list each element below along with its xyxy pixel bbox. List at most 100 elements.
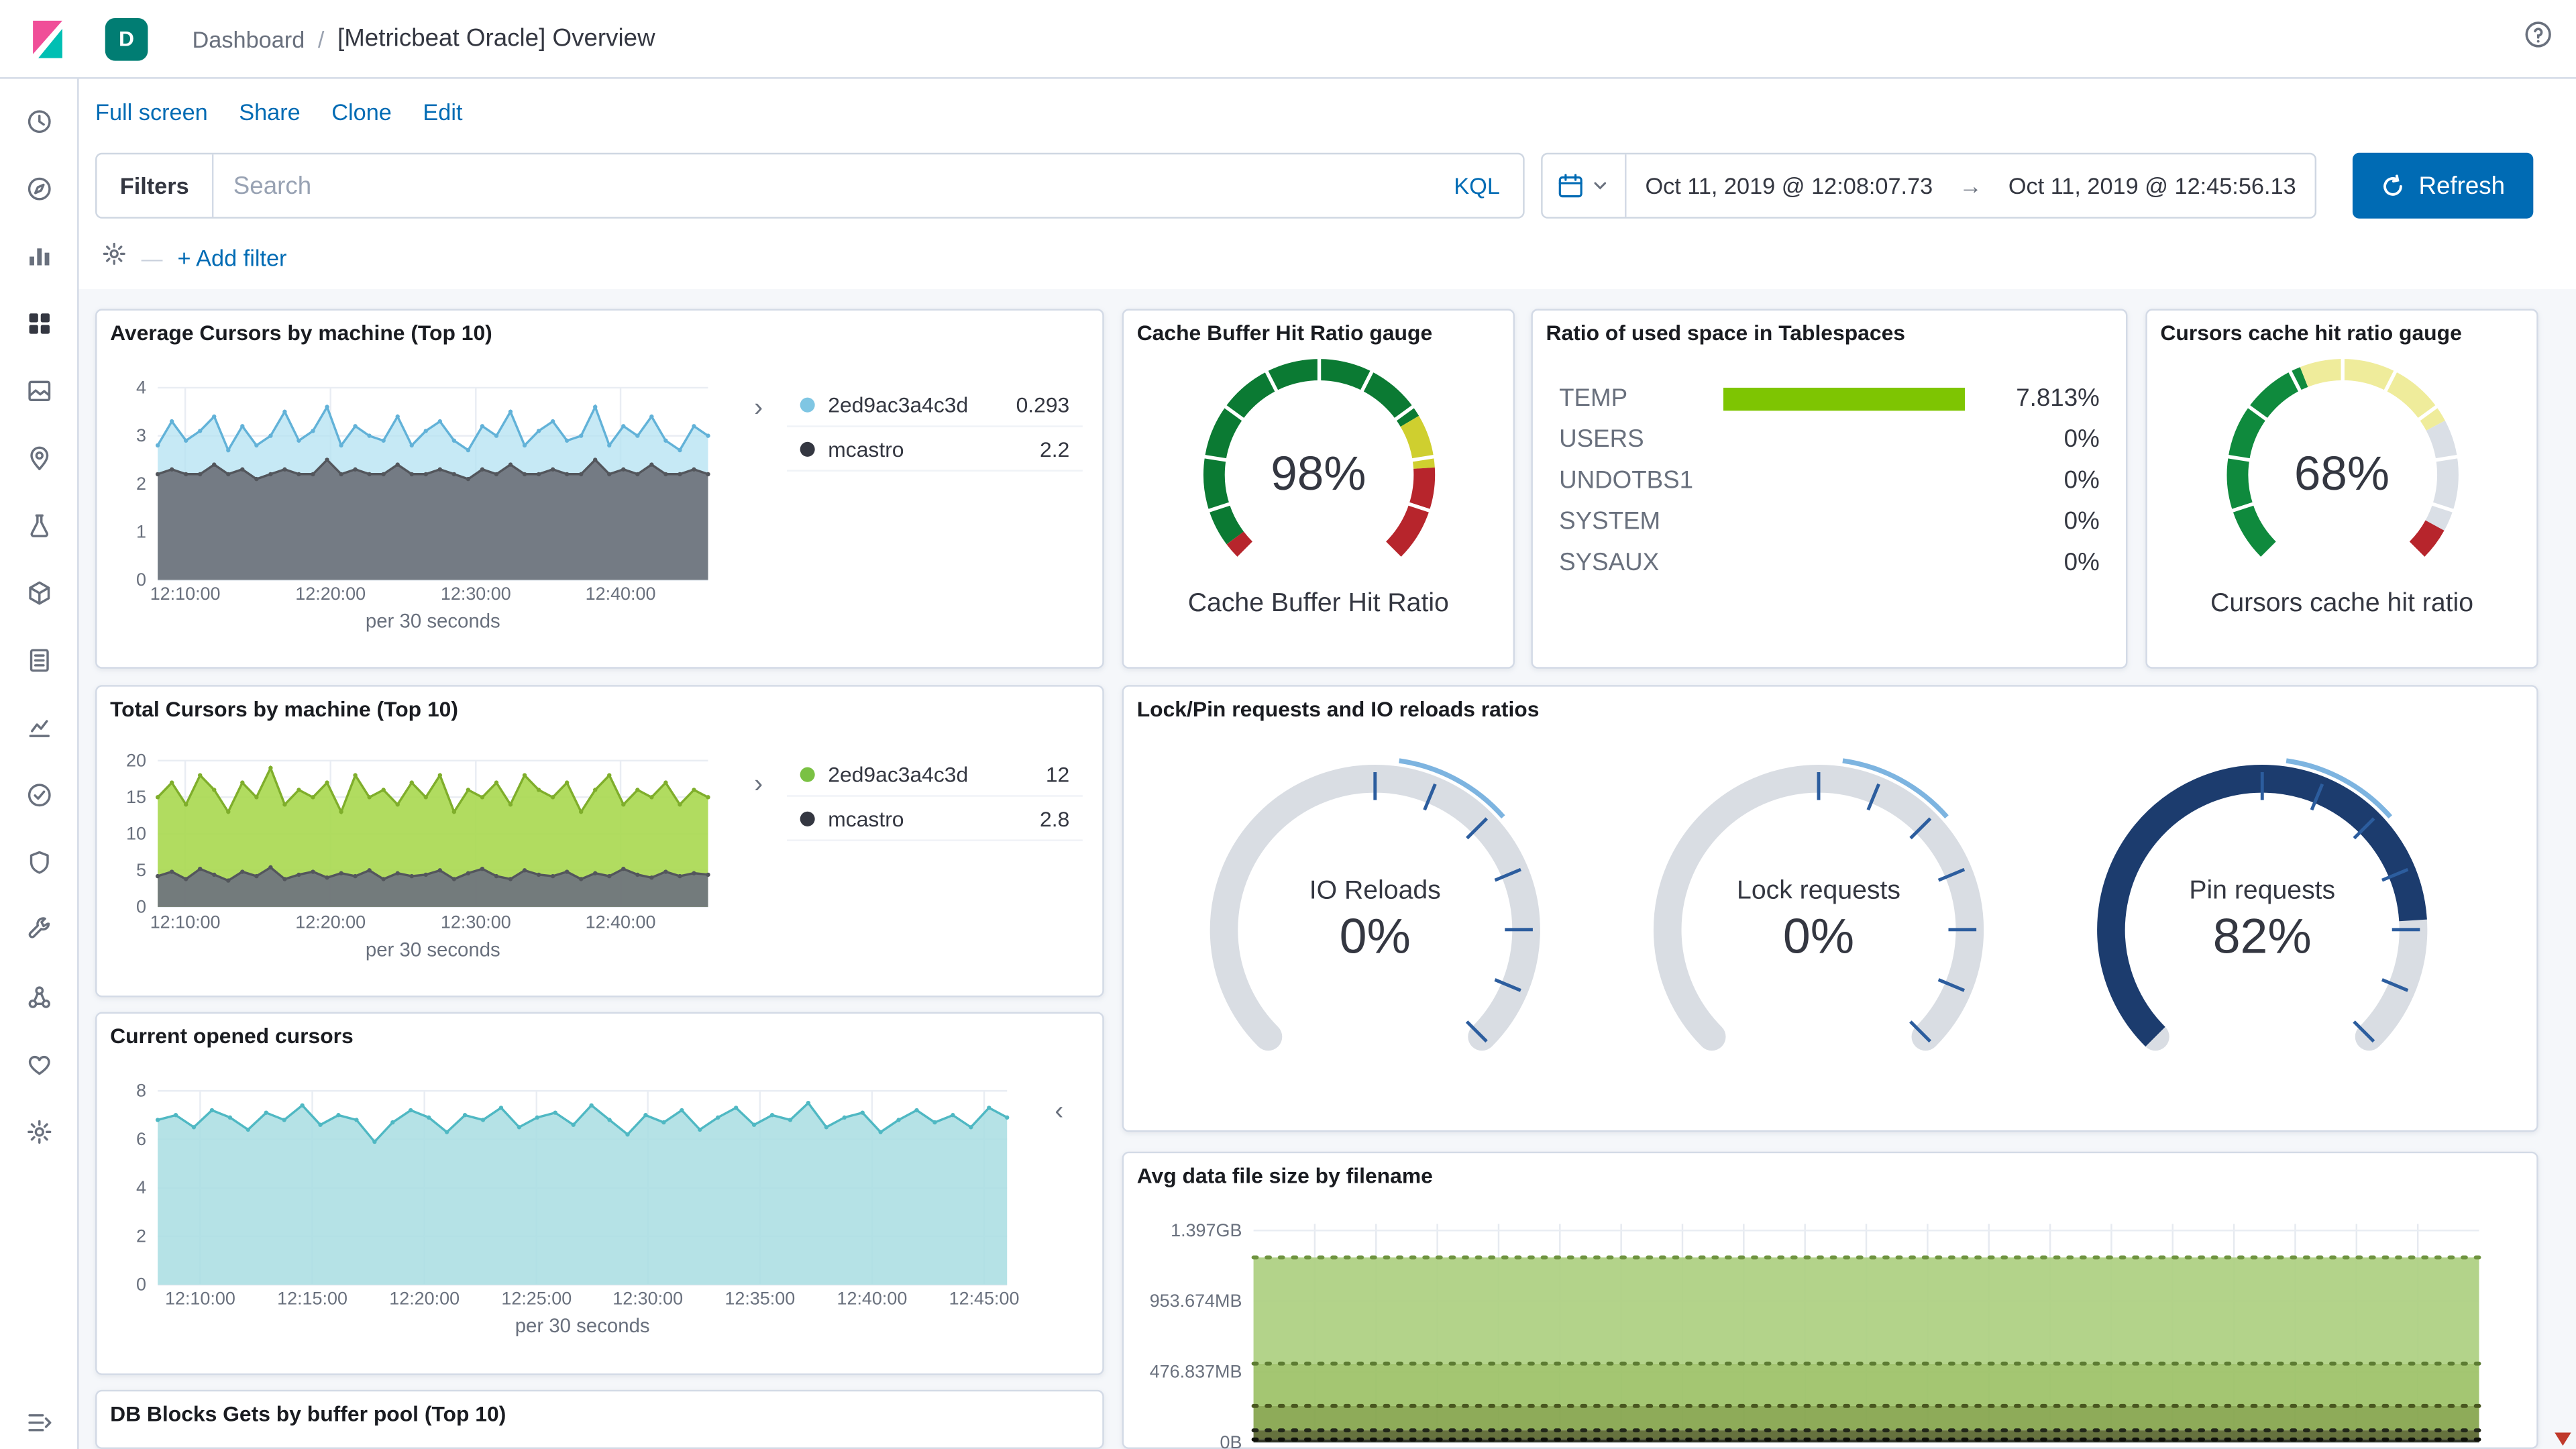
sidebar-item-graph-nodes[interactable]	[22, 984, 55, 1010]
tablespace-name: USERS	[1559, 425, 1644, 453]
panel-average-cursors: Average Cursors by machine (Top 10) 0 1 2 3…	[95, 309, 1104, 669]
svg-text:0: 0	[136, 570, 146, 590]
sidebar-item-line-chart[interactable]	[22, 714, 55, 741]
tablespace-row-users: USERS 0%	[1559, 419, 2100, 460]
kql-selector[interactable]: KQL	[1454, 172, 1523, 199]
svg-text:12:10:00: 12:10:00	[150, 584, 221, 604]
sidebar-item-map-pin[interactable]	[22, 445, 55, 472]
edit-link[interactable]: Edit	[423, 99, 462, 125]
svg-text:12:40:00: 12:40:00	[586, 912, 656, 932]
full-screen-link[interactable]: Full screen	[95, 99, 208, 125]
add-filter-row: — + Add filter	[102, 241, 286, 274]
add-filter-link[interactable]: + Add filter	[177, 245, 286, 271]
refresh-button[interactable]: Refresh	[2352, 152, 2534, 219]
legend-collapse-icon[interactable]: ‹	[1055, 1098, 1063, 1125]
svg-text:12:30:00: 12:30:00	[441, 912, 511, 932]
chart-legend: 2ed9ac3a4c3d 0.293 mcastro 2.2	[787, 382, 1083, 472]
tablespace-bar-track	[1723, 551, 1965, 574]
gauge-caption: Cursors cache hit ratio	[2210, 590, 2474, 618]
sidebar-item-cube[interactable]	[22, 580, 55, 606]
date-from[interactable]: Oct 11, 2019 @ 12:08:07.73	[1645, 172, 1933, 199]
help-icon[interactable]	[2524, 19, 2553, 57]
page-title: [Metricbeat Oracle] Overview	[337, 24, 655, 53]
tablespace-bar	[1723, 386, 1965, 411]
space-badge[interactable]: D	[105, 17, 148, 60]
panel-lock-pin-io: Lock/Pin requests and IO reloads ratios …	[1122, 685, 2538, 1132]
sidebar-item-canvas[interactable]	[22, 378, 55, 404]
legend-dot-icon	[800, 766, 815, 782]
filters-button[interactable]: Filters	[97, 154, 214, 217]
svg-text:12:20:00: 12:20:00	[295, 912, 366, 932]
svg-text:12:40:00: 12:40:00	[586, 584, 656, 604]
panel-total-cursors: Total Cursors by machine (Top 10) 0 5 10 15…	[95, 685, 1104, 998]
panel-title[interactable]: Avg data file size by filename	[1137, 1163, 1433, 1188]
svg-text:per 30 seconds: per 30 seconds	[366, 938, 500, 961]
panel-opened-cursors: Current opened cursors 0 2 4 6 8 12:10:00 12:1…	[95, 1012, 1104, 1375]
svg-text:12:25:00: 12:25:00	[501, 1288, 572, 1308]
svg-text:12:15:00: 12:15:00	[277, 1288, 347, 1308]
svg-text:12:30:00: 12:30:00	[441, 584, 511, 604]
goal-io-reloads: IO Reloads 0%	[1309, 877, 1441, 965]
tablespace-bar-track	[1723, 510, 1965, 533]
tablespace-name: SYSTEM	[1559, 507, 1661, 536]
panel-title[interactable]: Ratio of used space in Tablespaces	[1546, 321, 1905, 345]
calendar-icon	[1558, 174, 1582, 198]
scroll-indicator	[2555, 1432, 2571, 1446]
date-to[interactable]: Oct 11, 2019 @ 12:45:56.13	[2008, 172, 2296, 199]
svg-text:1: 1	[136, 521, 146, 541]
date-range-arrow-icon: →	[1959, 172, 1982, 199]
panel-title[interactable]: Average Cursors by machine (Top 10)	[110, 321, 492, 345]
svg-text:1.397GB: 1.397GB	[1171, 1220, 1242, 1240]
search-input[interactable]	[213, 171, 1454, 200]
legend-value: 2.8	[1040, 806, 1070, 830]
legend-dot-icon	[800, 396, 815, 412]
area-chart-average-cursors: 0 1 2 3 4 12:10:00 12:20:00 12:30:00 12:40:00 per…	[97, 311, 1102, 667]
date-picker-group: Oct 11, 2019 @ 12:08:07.73 → Oct 11, 201…	[1541, 152, 2317, 219]
panel-title[interactable]: Cache Buffer Hit Ratio gauge	[1137, 321, 1432, 345]
legend-item[interactable]: 2ed9ac3a4c3d 0.293	[787, 383, 1083, 427]
legend-expand-icon[interactable]: ›	[754, 395, 763, 422]
divider: —	[141, 246, 163, 270]
legend-item[interactable]: mcastro 2.2	[787, 427, 1083, 472]
filter-options-gear-icon[interactable]	[102, 241, 127, 274]
legend-label: 2ed9ac3a4c3d	[828, 761, 969, 786]
sidebar-item-gear[interactable]	[22, 1119, 55, 1145]
sidebar	[0, 78, 79, 1449]
panel-avg-data-file-size: Avg data file size by filename 1.397GB 95…	[1122, 1151, 2538, 1449]
sidebar-item-beaker[interactable]	[22, 513, 55, 539]
panel-title[interactable]: DB Blocks Gets by buffer pool (Top 10)	[110, 1401, 506, 1426]
sidebar-item-dashboard-grid[interactable]	[22, 311, 55, 337]
sidebar-item-wrench[interactable]	[22, 917, 55, 943]
sidebar-item-compass[interactable]	[22, 176, 55, 202]
kibana-app: D Dashboard / [Metricbeat Oracle] Overvi…	[0, 0, 2576, 1449]
tablespace-value: 0%	[2063, 548, 2100, 577]
sidebar-item-bar-chart[interactable]	[22, 243, 55, 269]
panel-title[interactable]: Total Cursors by machine (Top 10)	[110, 696, 458, 721]
tablespace-bar-track	[1723, 386, 1965, 411]
area-chart-opened-cursors: 0 2 4 6 8 12:10:00 12:15:00 12:20:00 12:25:00 12:…	[97, 1014, 1102, 1373]
svg-text:0: 0	[136, 1275, 146, 1295]
legend-expand-icon[interactable]: ›	[754, 771, 763, 798]
sidebar-item-heart[interactable]	[22, 1051, 55, 1077]
share-link[interactable]: Share	[239, 99, 300, 125]
kibana-logo-icon[interactable]	[26, 17, 69, 60]
tablespace-bar-track	[1723, 469, 1965, 492]
clone-link[interactable]: Clone	[331, 99, 392, 125]
sidebar-item-clock[interactable]	[22, 109, 55, 135]
panel-title[interactable]: Lock/Pin requests and IO reloads ratios	[1137, 696, 1540, 721]
panel-title[interactable]: Current opened cursors	[110, 1024, 354, 1049]
sidebar-item-shield[interactable]	[22, 849, 55, 875]
sidebar-item-logs[interactable]	[22, 647, 55, 674]
panel-cache-buffer-gauge: Cache Buffer Hit Ratio gauge 98% Cache B…	[1122, 309, 1515, 669]
calendar-button[interactable]	[1543, 154, 1627, 217]
svg-text:8: 8	[136, 1081, 146, 1101]
legend-label: 2ed9ac3a4c3d	[828, 392, 969, 417]
breadcrumb-dashboard[interactable]: Dashboard	[193, 25, 305, 52]
legend-item[interactable]: mcastro 2.8	[787, 797, 1083, 841]
gauge-value: 98%	[1271, 448, 1366, 501]
legend-item[interactable]: 2ed9ac3a4c3d 12	[787, 753, 1083, 797]
collapse-menu-icon[interactable]	[26, 1409, 52, 1444]
sidebar-item-check-circle[interactable]	[22, 782, 55, 808]
search-bar-group: Filters KQL	[95, 152, 1525, 219]
panel-title[interactable]: Cursors cache hit ratio gauge	[2160, 321, 2461, 345]
